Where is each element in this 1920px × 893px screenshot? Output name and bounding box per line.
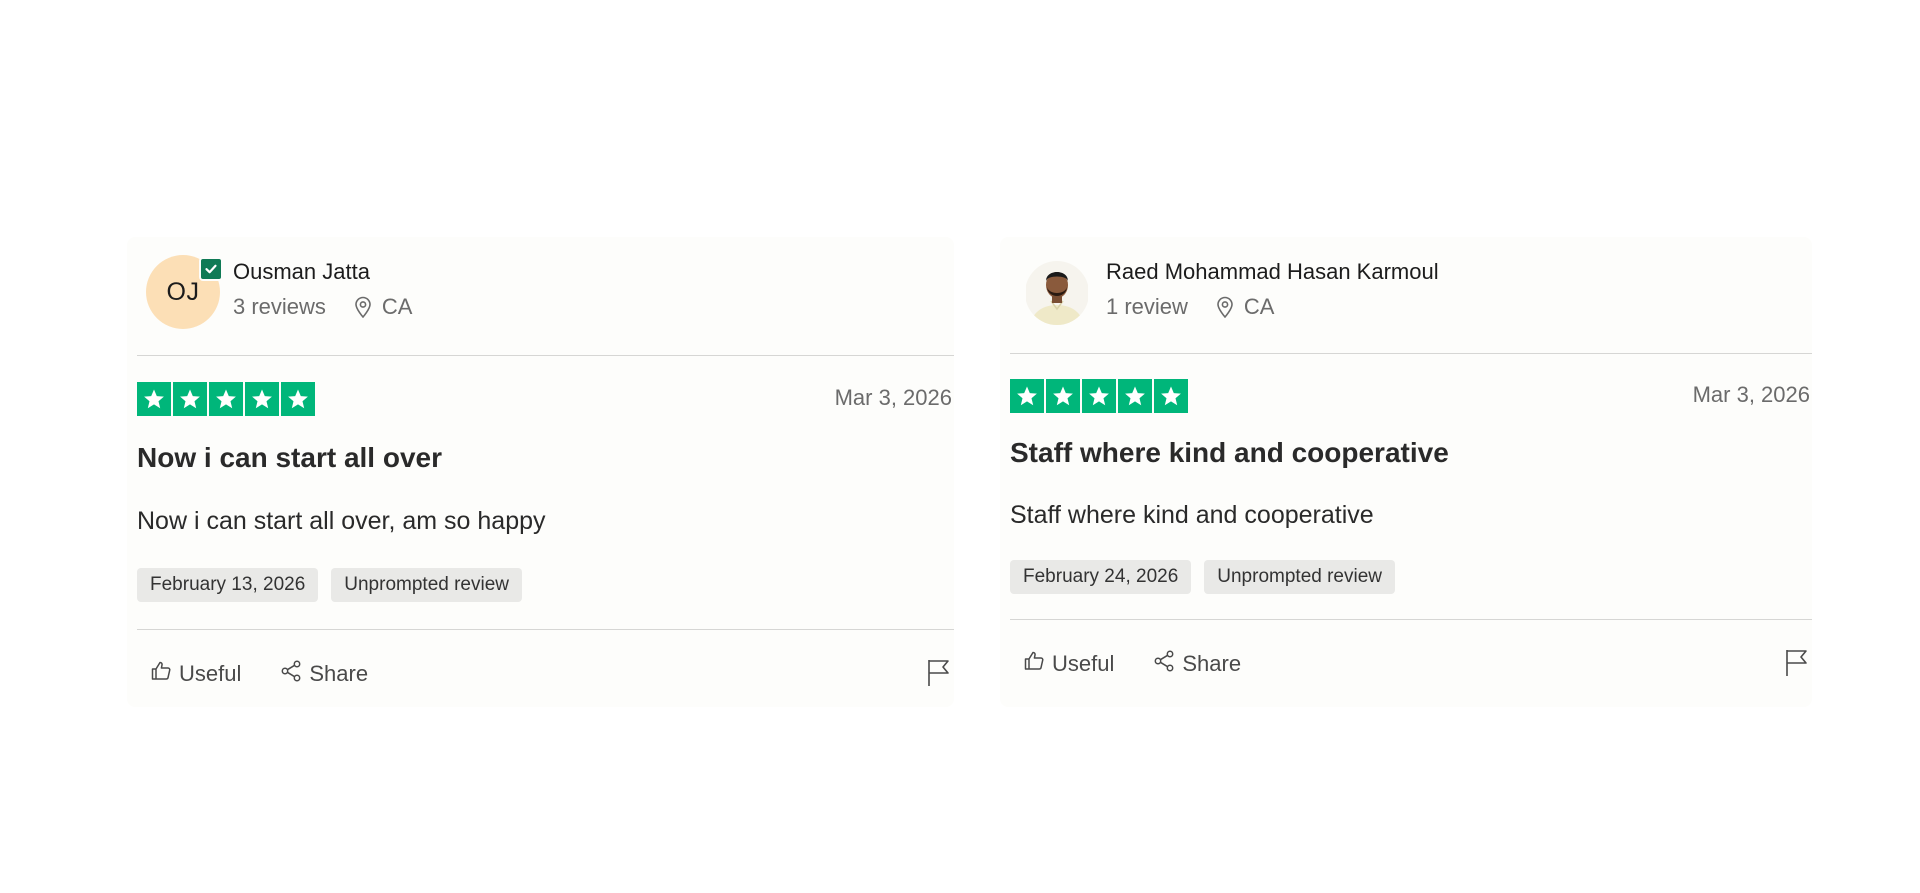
star-icon: [1118, 379, 1152, 413]
verified-check-icon: [199, 257, 223, 281]
star-icon: [1154, 379, 1188, 413]
star-rating: [1010, 379, 1188, 413]
experience-date-badge: February 24, 2026: [1010, 560, 1192, 594]
share-icon: [1152, 649, 1176, 679]
reviewer-name[interactable]: Ousman Jatta: [233, 259, 370, 285]
location-pin-icon: [354, 296, 372, 318]
star-icon: [1046, 379, 1080, 413]
reviewer-country: CA: [1243, 294, 1275, 319]
star-icon: [245, 382, 279, 416]
review-card: Raed Mohammad Hasan Karmoul 1 review CA …: [1000, 237, 1812, 707]
useful-button[interactable]: Useful: [1022, 649, 1114, 679]
star-icon: [1082, 379, 1116, 413]
reviewer-header: OJ Ousman Jatta 3 reviews CA: [137, 237, 954, 355]
review-card: OJ Ousman Jatta 3 reviews CA Mar 3, 2026…: [127, 237, 954, 707]
divider: [1010, 619, 1812, 620]
review-body: Now i can start all over, am so happy: [137, 507, 546, 535]
share-button[interactable]: Share: [1152, 649, 1241, 679]
review-body: Staff where kind and cooperative: [1010, 501, 1374, 529]
share-icon: [279, 659, 303, 689]
useful-label: Useful: [1052, 651, 1115, 676]
review-date: Mar 3, 2026: [1692, 382, 1810, 407]
thumbs-up-icon: [149, 659, 173, 689]
star-icon: [173, 382, 207, 416]
thumbs-up-icon: [1022, 649, 1046, 679]
review-title[interactable]: Now i can start all over: [137, 442, 442, 474]
reviewer-meta: 1 review CA: [1106, 294, 1274, 320]
share-label: Share: [309, 661, 369, 686]
review-actions: Useful Share: [1022, 649, 1241, 679]
share-button[interactable]: Share: [279, 659, 368, 689]
star-icon: [281, 382, 315, 416]
reviewer-header: Raed Mohammad Hasan Karmoul 1 review CA: [1010, 237, 1812, 355]
review-count: 1 review: [1106, 294, 1188, 319]
avatar[interactable]: [1026, 255, 1088, 327]
reviewer-country: CA: [381, 294, 413, 319]
unprompted-review-badge[interactable]: Unprompted review: [331, 568, 523, 602]
useful-button[interactable]: Useful: [149, 659, 241, 689]
experience-date-badge: February 13, 2026: [137, 568, 319, 602]
star-icon: [1010, 379, 1044, 413]
star-icon: [137, 382, 171, 416]
divider: [137, 355, 954, 356]
unprompted-review-badge[interactable]: Unprompted review: [1204, 560, 1396, 594]
review-count: 3 reviews: [233, 294, 326, 319]
review-tags: February 13, 2026 Unprompted review: [137, 568, 523, 602]
reviewer-meta: 3 reviews CA: [233, 294, 412, 320]
flag-icon[interactable]: [1784, 647, 1810, 682]
useful-label: Useful: [179, 661, 242, 686]
star-icon: [209, 382, 243, 416]
review-date: Mar 3, 2026: [834, 385, 952, 410]
review-actions: Useful Share: [149, 659, 368, 689]
star-rating: [137, 382, 315, 416]
divider: [137, 629, 954, 630]
review-title[interactable]: Staff where kind and cooperative: [1010, 437, 1449, 469]
location-pin-icon: [1216, 296, 1234, 318]
review-tags: February 24, 2026 Unprompted review: [1010, 560, 1396, 594]
flag-icon[interactable]: [926, 657, 952, 692]
reviewer-name[interactable]: Raed Mohammad Hasan Karmoul: [1106, 259, 1439, 285]
divider: [1010, 353, 1812, 354]
share-label: Share: [1182, 651, 1242, 676]
